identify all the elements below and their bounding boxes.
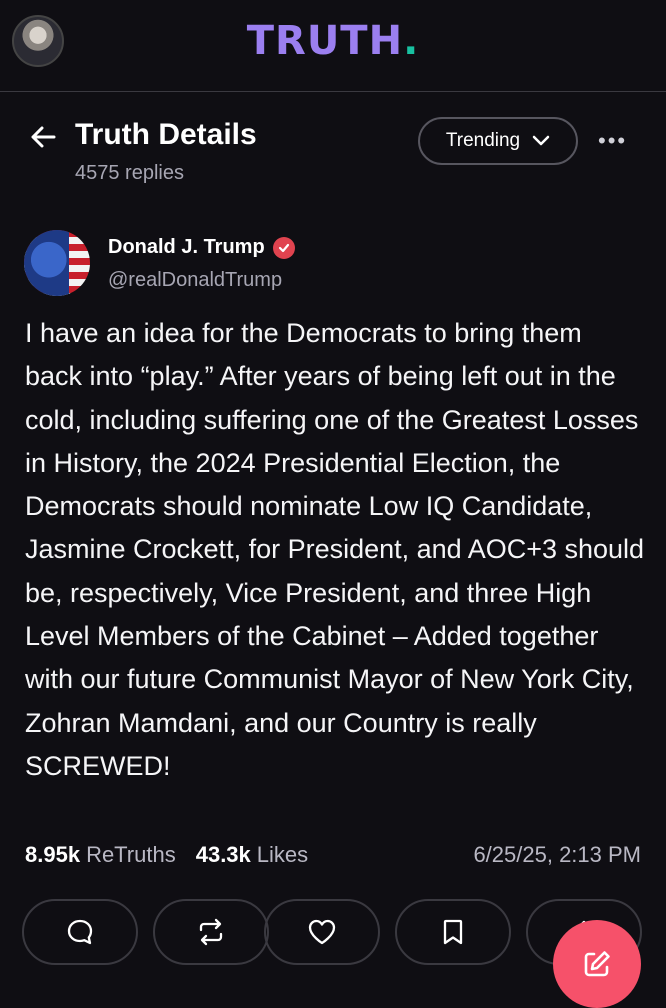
heart-icon <box>308 919 336 945</box>
likes-label[interactable]: Likes <box>257 842 308 868</box>
reply-count: 4575 replies <box>75 162 184 184</box>
bookmark-button[interactable] <box>395 899 511 965</box>
top-bar: TRUTH. <box>0 0 666 90</box>
more-options-icon[interactable]: ••• <box>598 130 634 152</box>
author-name-text: Donald J. Trump <box>108 236 265 258</box>
verified-badge-icon <box>272 236 295 259</box>
back-arrow-icon[interactable] <box>28 122 58 152</box>
compose-button[interactable] <box>553 920 641 1008</box>
post-body: I have an idea for the Democrats to brin… <box>25 318 645 781</box>
post-timestamp: 6/25/25, 2:13 PM <box>473 842 641 867</box>
retruth-icon <box>199 918 223 946</box>
post-stats: 8.95k ReTruths 43.3k Likes 6/25/25, 2:13… <box>25 842 641 868</box>
retruths-count[interactable]: 8.95k <box>25 842 80 868</box>
page-title: Truth Details <box>75 118 257 151</box>
bookmark-icon <box>443 919 463 945</box>
edit-pencil-icon <box>584 951 610 977</box>
like-button[interactable] <box>264 899 380 965</box>
reply-button[interactable] <box>22 899 138 965</box>
reply-icon <box>67 919 93 945</box>
author-handle[interactable]: @realDonaldTrump <box>108 269 282 292</box>
likes-count[interactable]: 43.3k <box>196 842 251 868</box>
retruth-button[interactable] <box>153 899 269 965</box>
chevron-down-icon <box>532 135 550 146</box>
sort-dropdown-label: Trending <box>445 130 521 151</box>
sort-dropdown[interactable]: Trending <box>418 117 578 165</box>
author-name[interactable]: Donald J. Trump <box>108 236 295 259</box>
truth-logo[interactable]: TRUTH. <box>0 18 666 64</box>
author-avatar[interactable] <box>24 230 90 296</box>
retruths-label[interactable]: ReTruths <box>86 842 176 868</box>
header-divider <box>0 91 666 92</box>
